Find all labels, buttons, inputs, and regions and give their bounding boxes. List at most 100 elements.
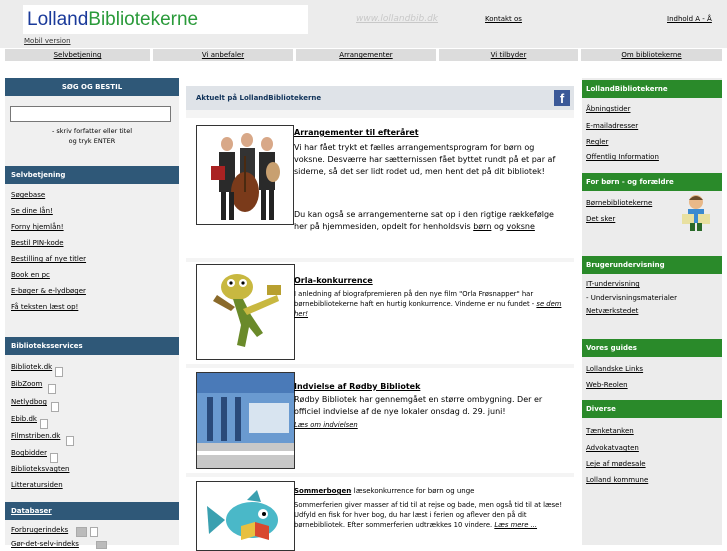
news-title-3[interactable]: Indvielse af Rødby Bibliotek [294, 382, 420, 391]
self-service-item[interactable]: Book en pc [11, 271, 50, 279]
news-title-2[interactable]: Orla-konkurrence [294, 276, 373, 285]
nav-vi-anbefaler[interactable]: Vi anbefaler [153, 49, 293, 61]
contact-link[interactable]: Kontakt os [485, 15, 522, 23]
index-link[interactable]: Indhold A - Å [667, 15, 712, 23]
news-text-4: Sommerferien giver masser af tid til at … [294, 500, 564, 530]
databases-heading[interactable]: Databaser [5, 502, 179, 520]
right-item[interactable]: Lolland kommune [586, 476, 648, 484]
document-icon [55, 367, 63, 377]
news-text-1b: Du kan også se arrangementerne sat op i … [294, 209, 564, 233]
right-sidebar: LollandBibliotekerne Åbningstider E-mail… [582, 78, 722, 545]
facebook-icon[interactable]: f [554, 90, 570, 106]
library-service-item[interactable]: BibZoom [11, 380, 42, 388]
right-heading-training: Brugerundervisning [582, 256, 722, 274]
logo-part-1: Lolland [27, 9, 89, 30]
nav-vi-tilbyder[interactable]: Vi tilbyder [439, 49, 578, 61]
library-service-item[interactable]: Litteratursiden [11, 481, 63, 489]
news-more-3[interactable]: Læs om indvielsen [294, 421, 358, 429]
self-service-item[interactable]: Få teksten læst op! [11, 303, 78, 311]
self-service-item[interactable]: Forny hjemlån! [11, 223, 64, 231]
library-services-heading: Biblioteksservices [5, 337, 179, 355]
page-header: LollandBibliotekerne Mobil version www.l… [0, 0, 727, 48]
right-item[interactable]: - Undervisningsmaterialer [586, 294, 677, 302]
right-item[interactable]: Leje af mødesale [586, 460, 646, 468]
news-title-1[interactable]: Arrangementer til efteråret [294, 128, 419, 137]
children-link[interactable]: børn [473, 222, 491, 231]
child-reading-icon [678, 192, 714, 232]
right-heading-misc: Diverse [582, 400, 722, 418]
musicians-image[interactable] [196, 125, 294, 225]
nav-om-bibliotekerne[interactable]: Om bibliotekerne [581, 49, 722, 61]
news-item-4: Sommerbogen - læsekonkurrence for børn o… [186, 477, 574, 551]
right-item[interactable]: Det sker [586, 215, 615, 223]
left-sidebar: SØG OG BESTIL - skriv forfatter eller ti… [5, 78, 179, 549]
news-text-2: I anledning af biografpremieren på den n… [294, 289, 564, 319]
right-item[interactable]: Lollandske Links [586, 365, 643, 373]
news-more-4[interactable]: Læs mere ... [494, 521, 537, 529]
search-hint-line-1: - skriv forfatter eller titel [51, 127, 133, 135]
right-heading-lolland: LollandBibliotekerne [582, 80, 722, 98]
news-item-1: Arrangementer til efteråret Vi har fået … [186, 118, 574, 258]
main-content: Aktuelt på LollandBibliotekerne f Arrang… [186, 86, 574, 551]
right-item[interactable]: Tænketanken [586, 427, 634, 435]
site-logo[interactable]: LollandBibliotekerne [23, 5, 308, 34]
database-icon [76, 527, 87, 537]
database-item[interactable]: Forbrugerindeks [11, 526, 68, 534]
self-service-item[interactable]: E-bøger & e-lydbøger [11, 287, 86, 295]
site-url-link[interactable]: www.lollandbib.dk [356, 14, 438, 24]
self-service-item[interactable]: Se dine lån! [11, 207, 53, 215]
library-service-item[interactable]: Biblioteksvagten [11, 465, 69, 473]
right-item[interactable]: E-mailadresser [586, 122, 638, 130]
library-service-item[interactable]: Filmstriben.dk [11, 432, 60, 440]
right-item[interactable]: Regler [586, 138, 608, 146]
right-item[interactable]: IT-undervisning [586, 280, 640, 288]
mobile-version-link[interactable]: Mobil version [24, 37, 71, 45]
document-icon [48, 384, 56, 394]
self-service-item[interactable]: Bestilling af nye titler [11, 255, 86, 263]
logo-part-2: Bibliotekerne [88, 9, 199, 30]
nav-arrangementer[interactable]: Arrangementer [296, 49, 436, 61]
right-item[interactable]: Web-Reolen [586, 381, 628, 389]
right-heading-guides: Vores guides [582, 339, 722, 357]
search-input[interactable] [10, 106, 171, 122]
self-service-heading: Selvbetjening [5, 166, 179, 184]
orla-image[interactable] [196, 264, 295, 360]
library-service-item[interactable]: Ebib.dk [11, 415, 37, 423]
search-heading: SØG OG BESTIL [5, 78, 179, 96]
news-text-2-body: I anledning af biografpremieren på den n… [294, 290, 537, 308]
self-service-item[interactable]: Bestil PIN-kode [11, 239, 64, 247]
search-hint: - skriv forfatter eller titel og tryk EN… [5, 126, 179, 146]
and-word: og [491, 222, 507, 231]
news-text-1: Vi har fået trykt et fælles arrangements… [294, 143, 556, 176]
top-navigation: Selvbetjening Vi anbefaler Arrangementer… [0, 48, 727, 62]
news-text-3: Rødby Bibliotek har gennemgået en større… [294, 395, 543, 416]
news-header: Aktuelt på LollandBibliotekerne f [186, 86, 574, 110]
news-item-2: Orla-konkurrence I anledning af biografp… [186, 262, 574, 364]
document-icon [66, 436, 74, 446]
right-heading-children: For børn - og forældre [582, 173, 722, 191]
summer-book-fish-image[interactable] [196, 481, 295, 551]
nav-selvbetjening[interactable]: Selvbetjening [5, 49, 150, 61]
library-building-image[interactable] [196, 372, 295, 469]
news-item-3: Indvielse af Rødby Bibliotek Rødby Bibli… [186, 368, 574, 473]
right-item[interactable]: Offentlig Information [586, 153, 659, 161]
library-service-item[interactable]: Bogbidder [11, 449, 47, 457]
news-more-3-wrap: Læs om indvielsen [294, 420, 564, 430]
library-service-item[interactable]: Bibliotek.dk [11, 363, 52, 371]
document-icon [50, 453, 58, 463]
right-item[interactable]: Advokatvagten [586, 444, 639, 452]
search-hint-line-2: og tryk ENTER [68, 137, 116, 145]
document-icon [90, 527, 98, 537]
news-heading: Aktuelt på LollandBibliotekerne [196, 94, 322, 102]
document-icon [51, 402, 59, 412]
right-item[interactable]: Åbningstider [586, 105, 630, 113]
self-service-item[interactable]: Søgebase [11, 191, 45, 199]
right-item[interactable]: Netværkstedet [586, 307, 638, 315]
database-item[interactable]: Gør-det-selv-indeks [11, 540, 79, 548]
news-title-4[interactable]: Sommerbogen [294, 487, 351, 495]
news-title-4-suffix: - læsekonkurrence for børn og unge [349, 487, 475, 495]
right-item[interactable]: Børnebibliotekerne [586, 199, 652, 207]
adults-link[interactable]: voksne [506, 222, 534, 231]
document-icon [40, 419, 48, 429]
library-service-item[interactable]: Netlydbog [11, 398, 47, 406]
